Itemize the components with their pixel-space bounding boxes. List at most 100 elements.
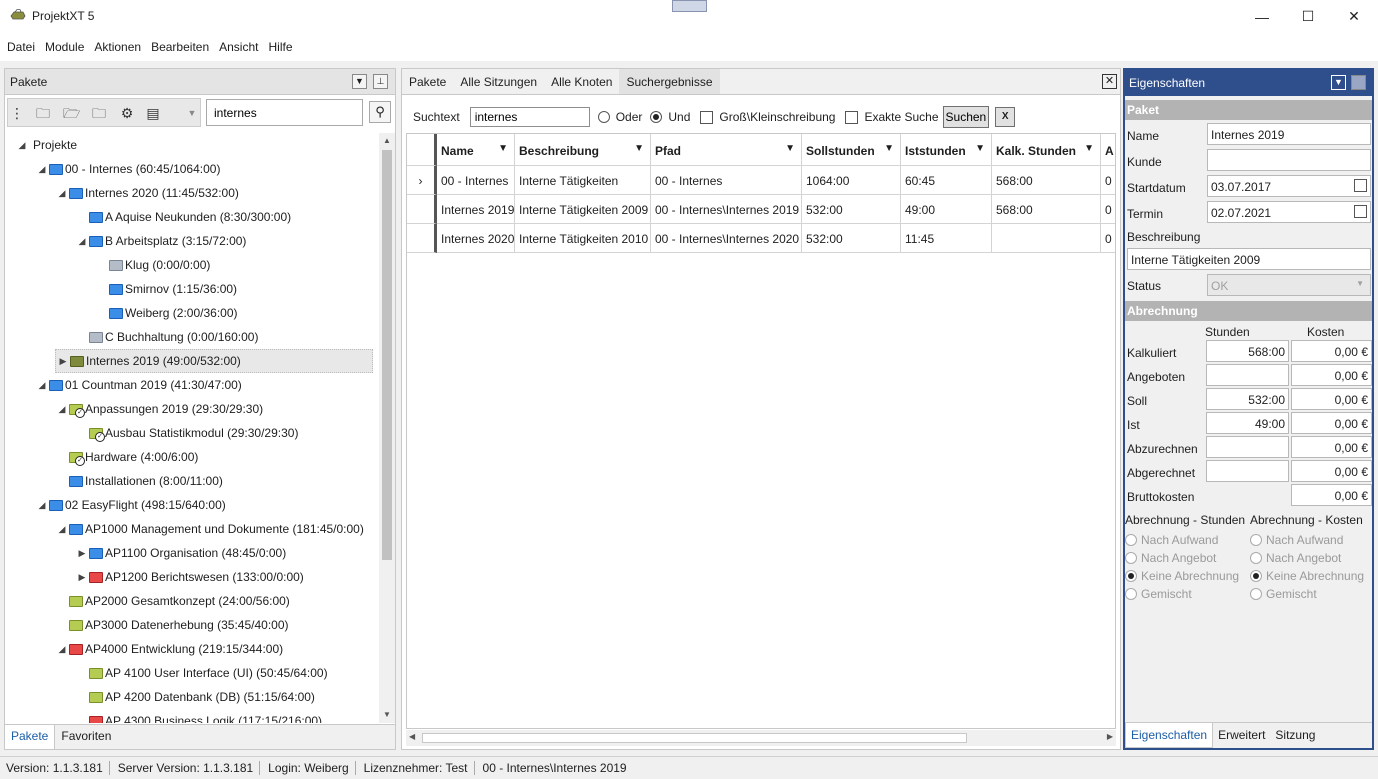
billing-kosten-field[interactable]: 0,00 € (1291, 460, 1372, 482)
collapse-arrow-icon[interactable]: ◢ (55, 644, 69, 655)
properties-dropdown-icon[interactable]: ▼ (1331, 75, 1346, 90)
tree-item[interactable]: ▶ Internes 2019 (49:00/532:00) (55, 349, 373, 373)
menu-module[interactable]: Module (40, 40, 89, 54)
properties-pin-icon[interactable] (1351, 75, 1366, 90)
table-cell[interactable]: 0 (1101, 166, 1115, 195)
search-button[interactable]: ⚲ (369, 101, 391, 123)
column-header[interactable]: Iststunden ▼ (901, 134, 992, 166)
table-cell[interactable]: 532:00 (802, 224, 901, 253)
table-cell[interactable]: 0 (1101, 224, 1115, 253)
column-header[interactable]: Name ▼ (437, 134, 515, 166)
tab-alle-sitzungen[interactable]: Alle Sitzungen (453, 69, 544, 94)
name-field[interactable]: Internes 2019 (1207, 123, 1371, 145)
pin-icon[interactable]: ⊥ (373, 74, 388, 89)
table-cell[interactable]: Internes 2020 (437, 224, 515, 253)
tree-item[interactable]: AP 4100 User Interface (UI) (50:45/64:00… (75, 661, 328, 685)
tree-item[interactable]: ✓ Ausbau Statistikmodul (29:30/29:30) (75, 421, 298, 445)
table-cell[interactable]: Interne Tätigkeiten 2010 (515, 224, 651, 253)
tree-item[interactable]: ◢ 01 Countman 2019 (41:30/47:00) (35, 373, 242, 397)
filter-icon[interactable]: ▼ (1084, 143, 1094, 154)
tree-item[interactable]: ✓ Hardware (4:00/6:00) (55, 445, 198, 469)
tree-item[interactable]: Smirnov (1:15/36:00) (95, 277, 237, 301)
column-header[interactable]: Sollstunden ▼ (802, 134, 901, 166)
tree-item[interactable]: Installationen (8:00/11:00) (55, 469, 223, 493)
billing-kosten-field[interactable]: 0,00 € (1291, 484, 1372, 506)
table-cell[interactable]: 00 - Internes (437, 166, 515, 195)
menu-aktionen[interactable]: Aktionen (89, 40, 146, 54)
billing-stunden-field[interactable] (1206, 364, 1289, 386)
table-cell[interactable] (992, 224, 1101, 253)
collapse-arrow-icon[interactable]: ◢ (55, 188, 69, 199)
menu-hilfe[interactable]: Hilfe (263, 40, 297, 54)
menu-bearbeiten[interactable]: Bearbeiten (146, 40, 214, 54)
expand-arrow-icon[interactable]: ▶ (56, 356, 70, 367)
table-cell[interactable]: 568:00 (992, 166, 1101, 195)
edit-folder-icon[interactable]: 🗁 (63, 105, 80, 121)
search-submit-button[interactable]: Suchen (942, 106, 990, 128)
tree-item[interactable]: ▶ AP1200 Berichtswesen (133:00/0:00) (75, 565, 304, 589)
termin-field[interactable]: 02.07.2021 (1207, 201, 1371, 223)
scroll-right-icon[interactable]: ▶ (1107, 732, 1113, 741)
billing-stunden-field[interactable] (1206, 436, 1289, 458)
table-cell[interactable]: 568:00 (992, 195, 1101, 224)
table-cell[interactable]: 00 - Internes (651, 166, 802, 195)
column-header[interactable]: Beschreibung ▼ (515, 134, 651, 166)
tree-item[interactable]: ◢ Projekte (15, 133, 78, 157)
tree-item[interactable]: AP 4300 Business Logik (117:15/216:00) (75, 709, 322, 723)
grid-horizontal-scrollbar[interactable]: ◀ ▶ (406, 730, 1116, 746)
expand-arrow-icon[interactable]: ▶ (75, 548, 89, 559)
billing-kosten-field[interactable]: 0,00 € (1291, 340, 1372, 362)
calendar-icon[interactable] (1354, 179, 1367, 192)
tree-item[interactable]: ◢ AP1000 Management und Dokumente (181:45… (55, 517, 364, 541)
close-button[interactable]: ✕ (1331, 0, 1377, 33)
document-icon[interactable]: ▤ (145, 105, 161, 121)
tree-item[interactable]: A Aquise Neukunden (8:30/300:00) (75, 205, 291, 229)
search-text-input[interactable] (469, 107, 590, 127)
row-indicator[interactable]: › (407, 166, 437, 195)
tab-erweitert[interactable]: Erweitert (1213, 723, 1270, 748)
filter-icon[interactable]: ▼ (498, 143, 508, 154)
filter-icon[interactable]: ▼ (634, 143, 644, 154)
table-cell[interactable]: Interne Tätigkeiten 2009 (515, 195, 651, 224)
table-cell[interactable]: 0 (1101, 195, 1115, 224)
billing-stunden-field[interactable]: 568:00 (1206, 340, 1289, 362)
collapse-arrow-icon[interactable]: ◢ (55, 404, 69, 415)
tree-item[interactable]: AP3000 Datenerhebung (35:45/40:00) (55, 613, 289, 637)
scrollbar-thumb[interactable] (382, 150, 392, 560)
folder-search-icon[interactable]: 🗀 (91, 105, 107, 121)
billing-kosten-field[interactable]: 0,00 € (1291, 364, 1372, 386)
filter-icon[interactable]: ▼ (785, 143, 795, 154)
table-cell[interactable]: 11:45 (901, 224, 992, 253)
menu-datei[interactable]: Datei (2, 40, 40, 54)
table-cell[interactable]: 00 - Internes\Internes 2020 (651, 224, 802, 253)
tree-item[interactable]: ◢ 00 - Internes (60:45/1064:00) (35, 157, 221, 181)
checkbox-case-sensitive[interactable] (700, 110, 714, 124)
billing-stunden-field[interactable]: 532:00 (1206, 388, 1289, 410)
table-cell[interactable]: 49:00 (901, 195, 992, 224)
calendar-icon[interactable] (1354, 205, 1367, 218)
startdatum-field[interactable]: 03.07.2017 (1207, 175, 1371, 197)
column-header[interactable]: Pfad ▼ (651, 134, 802, 166)
billing-stunden-field[interactable] (1206, 460, 1289, 482)
tab-sitzung[interactable]: Sitzung (1270, 723, 1320, 748)
settings-gear-icon[interactable]: ⚙ (119, 105, 135, 121)
table-cell[interactable]: 60:45 (901, 166, 992, 195)
tree-item[interactable]: ◢ 02 EasyFlight (498:15/640:00) (35, 493, 226, 517)
excel-export-icon[interactable]: X (995, 107, 1016, 127)
checkbox-exact-search[interactable] (845, 110, 859, 124)
column-header[interactable]: Kalk. Stunden ▼ (992, 134, 1101, 166)
beschreibung-field[interactable]: Interne Tätigkeiten 2009 (1127, 248, 1371, 270)
collapse-arrow-icon[interactable]: ◢ (35, 500, 49, 511)
radio-und[interactable] (650, 111, 663, 123)
tab-eigenschaften[interactable]: Eigenschaften (1125, 723, 1214, 748)
expand-arrow-icon[interactable]: ▶ (75, 572, 89, 583)
tree-item[interactable]: ◢ AP4000 Entwicklung (219:15/344:00) (55, 637, 284, 661)
kunde-field[interactable] (1207, 149, 1371, 171)
table-cell[interactable]: Interne Tätigkeiten (515, 166, 651, 195)
drag-grip-handle[interactable] (672, 0, 707, 12)
minimize-button[interactable]: — (1239, 0, 1285, 33)
tab-pakete-center[interactable]: Pakete (402, 69, 453, 94)
collapse-arrow-icon[interactable]: ◢ (35, 164, 49, 175)
tab-favoriten[interactable]: Favoriten (55, 725, 117, 749)
billing-stunden-field[interactable]: 49:00 (1206, 412, 1289, 434)
